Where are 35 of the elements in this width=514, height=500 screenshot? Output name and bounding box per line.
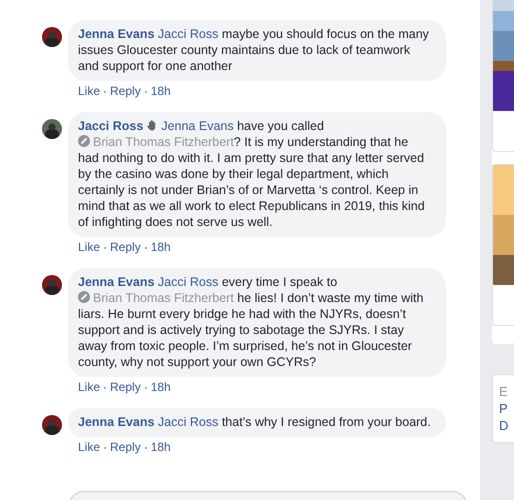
action-link[interactable]: Reply	[110, 240, 141, 255]
timestamp[interactable]: 18h	[150, 240, 171, 255]
mention-link[interactable]: Jacci Ross	[158, 275, 218, 289]
mention-link[interactable]: Jacci Ross	[158, 27, 218, 41]
action-link[interactable]: Reply	[110, 440, 141, 455]
sidebar-card[interactable]	[492, 164, 514, 326]
card-text: E	[499, 383, 509, 400]
author-name[interactable]: Jenna Evans	[78, 415, 154, 429]
mention-link[interactable]: Jacci Ross	[158, 415, 218, 429]
action-link[interactable]: Reply	[110, 380, 141, 395]
action-link[interactable]: Like	[78, 84, 100, 99]
comment-text: Jacci Ross Jenna Evans have you called Brian Thomas Fitzherbert? It is my understanding that he had nothing to do with it. I am pretty sure that any letter served by the casino was done by their legal department, which certainly is not under Brian’s of or Marvetta ‘s control. Keep in mind that as we all work to elect Republicans in 2019, this kind of infighting does not serve us well.	[78, 119, 425, 229]
action-link[interactable]: Like	[78, 440, 100, 455]
blocked-icon	[78, 291, 90, 303]
avatar[interactable]	[42, 27, 62, 47]
comment-text: Jenna Evans Jacci Ross maybe you should focus on the many issues Gloucester county maintains due to lack of teamwork and support for one another	[78, 27, 429, 73]
blocked-icon	[78, 135, 90, 147]
avatar[interactable]	[42, 415, 62, 435]
action-link[interactable]: Like	[78, 240, 100, 255]
sidebar-card[interactable]	[492, 0, 514, 152]
action-link[interactable]: Reply	[110, 84, 141, 99]
mention-link[interactable]: Jenna Evans	[161, 119, 234, 133]
author-name[interactable]: Jenna Evans	[78, 275, 154, 289]
author-name[interactable]: Jenna Evans	[78, 27, 154, 41]
action-link[interactable]: Like	[78, 380, 100, 395]
card-text: P	[499, 400, 509, 417]
timestamp[interactable]: 18h	[150, 84, 171, 99]
author-name[interactable]: Jacci Ross	[78, 119, 144, 133]
avatar[interactable]	[42, 119, 62, 139]
comment-text: Jenna Evans Jacci Ross that’s why I resigned from your board.	[78, 415, 431, 429]
comment-text: Jenna Evans Jacci Ross every time I speak to Brian Thomas Fitzherbert he lies! I don’t waste my time with liars. He burnt every bridge he had with the NJYRs, doesn’t support and is actively trying to sabotage the SJYRs. I stay away from toxic people. I’m surprised, he’s not in Gloucester county, why not support your own GCYRs?	[78, 275, 424, 369]
avatar[interactable]	[42, 275, 62, 295]
timestamp[interactable]: 18h	[150, 380, 171, 395]
card-text: D	[499, 417, 510, 434]
timestamp[interactable]: 18h	[150, 440, 171, 455]
